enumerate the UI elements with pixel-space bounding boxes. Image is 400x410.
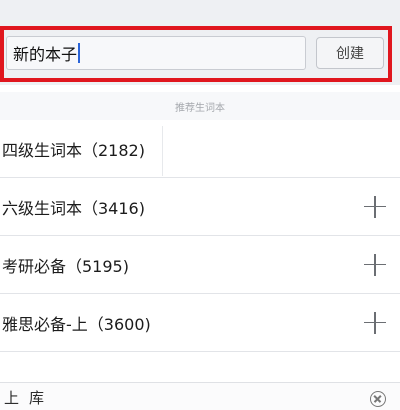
list-item-cet4[interactable]: 四级生词本（2182) [0,120,400,178]
close-icon[interactable] [370,391,386,407]
list-item-ielts[interactable]: 雅思必备-上（3600) [0,294,400,352]
create-notebook-bar: 新的本子 创建 [0,0,400,85]
list-item-label: 四级生词本（2182) [2,140,145,160]
list-item-kaoyan[interactable]: 考研必备（5195) [0,236,400,294]
bottom-bar-label: 上库 [4,389,55,407]
list-item-label: 六级生词本（3416) [2,198,145,218]
list-item-cet6[interactable]: 六级生词本（3416) [0,178,400,236]
section-header: 推荐生词本 [0,92,400,120]
bottom-bar: 上库 [0,382,400,410]
plus-icon[interactable] [364,253,386,276]
list-item-label: 雅思必备-上（3600) [2,314,151,334]
plus-icon[interactable] [364,311,386,334]
recommended-list: 四级生词本（2182) 六级生词本（3416) 考研必备（5195) 雅思必备-… [0,120,400,352]
list-item-label: 考研必备（5195) [2,256,129,276]
red-highlight-box [0,26,392,82]
plus-icon[interactable] [364,195,386,218]
